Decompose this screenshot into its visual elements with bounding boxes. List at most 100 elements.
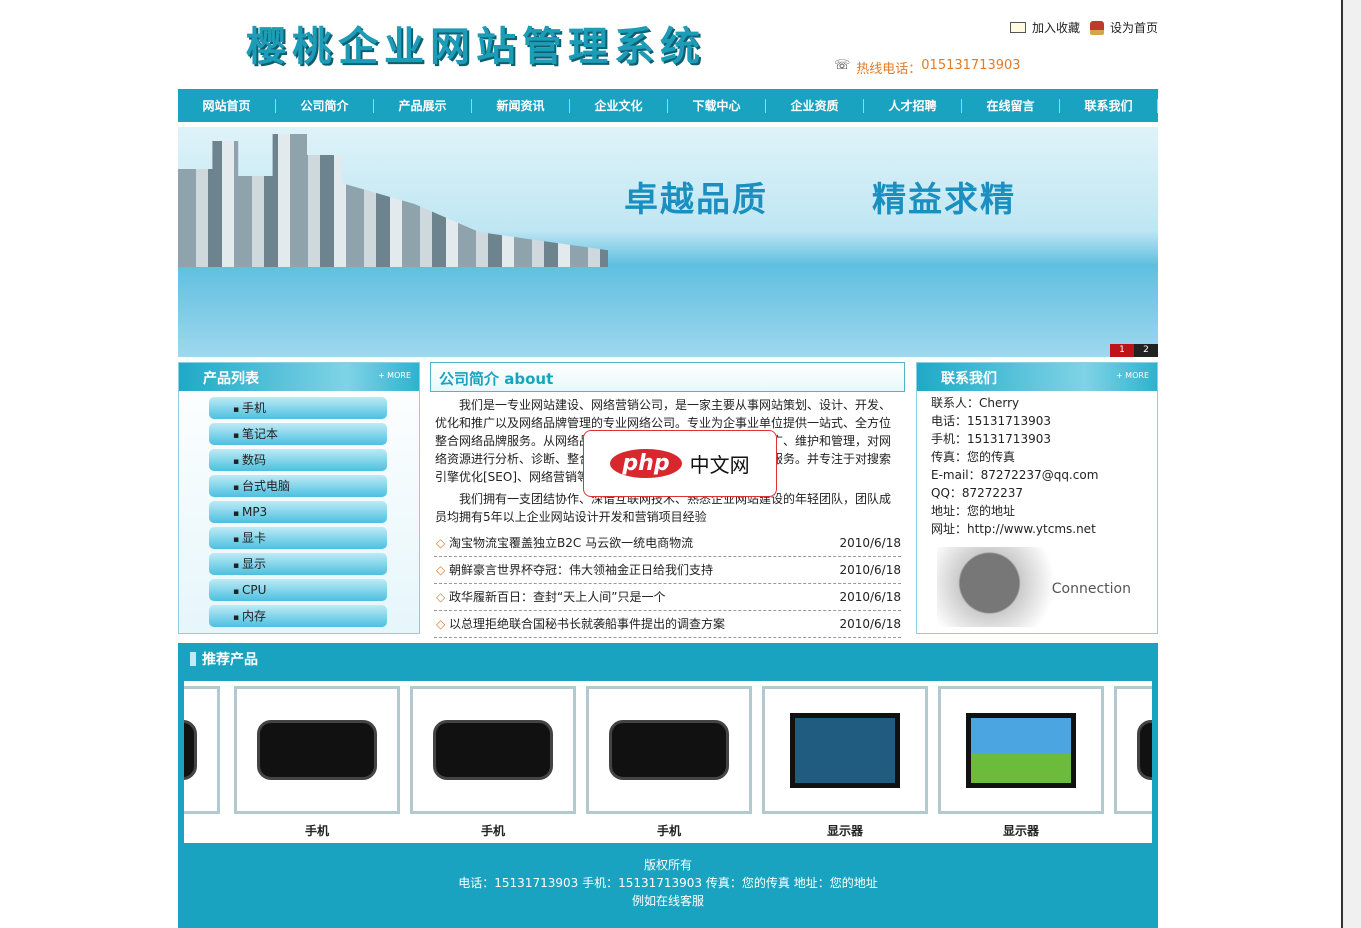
product-name[interactable]: 手机 bbox=[410, 822, 576, 839]
category-item[interactable]: 显卡 bbox=[209, 527, 387, 549]
banner-pager: 1 2 bbox=[1110, 344, 1158, 357]
contact-person: 联系人：Cherry bbox=[931, 394, 1143, 412]
news-item[interactable]: 以总理拒绝联合国秘书长就袭船事件提出的调查方案2010/6/18 bbox=[434, 611, 901, 638]
hotline-number: 015131713903 bbox=[921, 58, 1020, 77]
phone-image bbox=[184, 720, 197, 780]
category-item[interactable]: 台式电脑 bbox=[209, 475, 387, 497]
news-date: 2010/6/18 bbox=[839, 557, 901, 583]
news-date: 2010/6/18 bbox=[839, 530, 901, 556]
hotline: ☏ 热线电话：015131713903 bbox=[834, 58, 1021, 77]
php-logo: php bbox=[610, 449, 681, 478]
product-name[interactable]: 手机 bbox=[586, 822, 752, 839]
news-list: 淘宝物流宝覆盖独立B2C 马云欲一统电商物流 2010/6/18 朝鲜豪言世界杯夺… bbox=[434, 530, 901, 638]
homepage-label: 设为首页 bbox=[1110, 19, 1158, 36]
contact-panel: 联系我们 + MORE 联系人：Cherry 电话：15131713903 手机：… bbox=[916, 362, 1158, 634]
category-item[interactable]: 内存 bbox=[209, 605, 387, 627]
connection-text: Connection bbox=[1052, 581, 1131, 597]
category-item[interactable]: MP3 bbox=[209, 501, 387, 523]
footer-contact: 电话：15131713903 手机：15131713903 传真：您的传真 地址… bbox=[178, 874, 1158, 892]
nav-message[interactable]: 在线留言 bbox=[962, 99, 1060, 113]
connection-image: Connection bbox=[937, 547, 1147, 627]
bookmark-link[interactable]: 加入收藏 bbox=[1010, 19, 1080, 36]
category-item[interactable]: 数码 bbox=[209, 449, 387, 471]
phone-image bbox=[257, 720, 377, 780]
online-service[interactable]: 例如在线客服 bbox=[178, 892, 1158, 910]
panel-header: 联系我们 + MORE bbox=[917, 363, 1157, 391]
news-title[interactable]: 以总理拒绝联合国秘书长就袭船事件提出的调查方案 bbox=[436, 611, 725, 637]
category-item[interactable]: 显示 bbox=[209, 553, 387, 575]
contact-mobile: 手机：15131713903 bbox=[931, 430, 1143, 448]
news-title[interactable]: 朝鲜豪言世界杯夺冠：伟大领袖金正日给我们支持 bbox=[436, 557, 713, 583]
set-homepage-link[interactable]: 设为首页 bbox=[1090, 19, 1158, 36]
monitor-image bbox=[966, 713, 1076, 788]
hotline-label: 热线电话： bbox=[856, 58, 921, 77]
news-date: 2010/6/18 bbox=[839, 584, 901, 610]
news-item[interactable]: 政华履新百日：查封“天上人间”只是一个 2010/6/18 bbox=[434, 584, 901, 611]
contact-qq: QQ：87272237 bbox=[931, 484, 1143, 502]
panel-header: 产品列表 + MORE bbox=[179, 363, 419, 391]
bookmark-label: 加入收藏 bbox=[1032, 19, 1080, 36]
phone-image bbox=[433, 720, 553, 780]
category-item[interactable]: CPU bbox=[209, 579, 387, 601]
phone-image bbox=[1137, 720, 1152, 780]
banner-page-2[interactable]: 2 bbox=[1134, 344, 1158, 357]
mail-icon bbox=[1010, 22, 1026, 33]
banner-slogan-2: 精益求精 bbox=[872, 172, 1016, 221]
city-skyline-image bbox=[178, 127, 608, 267]
nav-culture[interactable]: 企业文化 bbox=[570, 99, 668, 113]
nav-news[interactable]: 新闻资讯 bbox=[472, 99, 570, 113]
product-name[interactable]: 手机 bbox=[234, 822, 400, 839]
product-card[interactable]: 显示器 bbox=[938, 686, 1104, 839]
recommend-title: 推荐产品 bbox=[178, 643, 1158, 681]
watermark-text: 中文网 bbox=[690, 449, 750, 478]
product-name[interactable]: 显示器 bbox=[938, 822, 1104, 839]
product-list-panel: 产品列表+ MORE 手机 笔记本 数码 台式电脑 MP3 显卡 显示 CPU … bbox=[178, 362, 420, 634]
product-card[interactable]: 手机 bbox=[410, 686, 576, 839]
banner-page-1[interactable]: 1 bbox=[1110, 344, 1134, 357]
product-card[interactable] bbox=[1114, 686, 1152, 814]
phone-image bbox=[609, 720, 729, 780]
product-card[interactable]: 手机 bbox=[234, 686, 400, 839]
nav-home[interactable]: 网站首页 bbox=[178, 99, 276, 113]
site-logo[interactable]: 樱桃企业网站管理系统 bbox=[246, 14, 706, 72]
news-item[interactable]: 淘宝物流宝覆盖独立B2C 马云欲一统电商物流 2010/6/18 bbox=[434, 530, 901, 557]
contact-email: E-mail：87272237@qq.com bbox=[931, 466, 1143, 484]
copyright: 版权所有 bbox=[178, 856, 1158, 874]
nav-products[interactable]: 产品展示 bbox=[374, 99, 472, 113]
news-item[interactable]: 朝鲜豪言世界杯夺冠：伟大领袖金正日给我们支持 2010/6/18 bbox=[434, 557, 901, 584]
main-nav: 网站首页 公司简介 产品展示 新闻资讯 企业文化 下载中心 企业资质 人才招聘 … bbox=[178, 89, 1158, 122]
phone-icon: ☏ bbox=[834, 58, 850, 77]
category-item[interactable]: 笔记本 bbox=[209, 423, 387, 445]
news-title[interactable]: 政华履新百日：查封“天上人间”只是一个 bbox=[436, 584, 665, 610]
about-section: 公司简介 about 我们是一专业网站建设、网络营销公司，是一家主要从事网站策划… bbox=[430, 362, 905, 638]
nav-about[interactable]: 公司简介 bbox=[276, 99, 374, 113]
more-link[interactable]: + MORE bbox=[378, 371, 411, 380]
product-card[interactable]: 显示器 bbox=[762, 686, 928, 839]
product-card[interactable]: 手机 bbox=[586, 686, 752, 839]
contact-phone: 电话：15131713903 bbox=[931, 412, 1143, 430]
nav-contact[interactable]: 联系我们 bbox=[1060, 99, 1158, 113]
recommended-products: 推荐产品 手机 手机 手机 显示器 显示器 版权所有 电话：1513171390… bbox=[178, 643, 1158, 928]
category-item[interactable]: 手机 bbox=[209, 397, 387, 419]
home-icon bbox=[1090, 21, 1104, 35]
panel-title: 联系我们 bbox=[941, 371, 997, 387]
news-title[interactable]: 淘宝物流宝覆盖独立B2C 马云欲一统电商物流 bbox=[436, 530, 693, 556]
contact-address: 地址：您的地址 bbox=[931, 502, 1143, 520]
footer: 版权所有 电话：15131713903 手机：15131713903 传真：您的… bbox=[178, 856, 1158, 910]
about-title: 公司简介 about bbox=[430, 362, 905, 392]
nav-download[interactable]: 下载中心 bbox=[668, 99, 766, 113]
nav-jobs[interactable]: 人才招聘 bbox=[864, 99, 962, 113]
more-link[interactable]: + MORE bbox=[1116, 371, 1149, 380]
nav-qualification[interactable]: 企业资质 bbox=[766, 99, 864, 113]
scrollbar[interactable] bbox=[1341, 0, 1361, 928]
product-name[interactable]: 显示器 bbox=[762, 822, 928, 839]
banner-slider[interactable]: 卓越品质 精益求精 1 2 bbox=[178, 127, 1158, 357]
contact-fax: 传真：您的传真 bbox=[931, 448, 1143, 466]
top-links: 加入收藏 设为首页 bbox=[1010, 19, 1158, 36]
banner-slogan-1: 卓越品质 bbox=[624, 172, 768, 221]
contact-website: 网址：http://www.ytcms.net bbox=[931, 520, 1143, 538]
panel-title: 产品列表 bbox=[203, 371, 259, 387]
product-card[interactable] bbox=[184, 686, 220, 814]
php-watermark: php 中文网 bbox=[583, 430, 777, 497]
product-carousel: 手机 手机 手机 显示器 显示器 bbox=[184, 681, 1152, 843]
